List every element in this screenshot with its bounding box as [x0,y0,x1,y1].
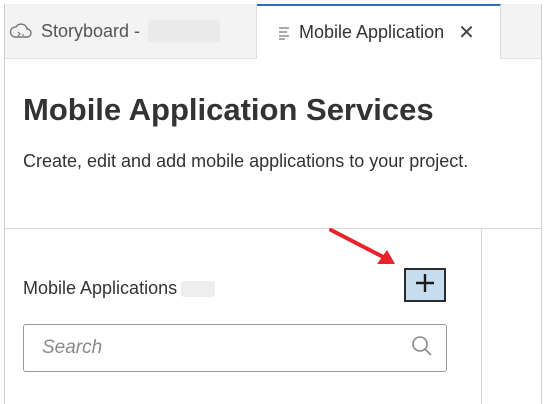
redacted-count [181,281,216,298]
page-title: Mobile Application Services [23,92,434,127]
search-input[interactable] [40,336,410,360]
mobile-applications-heading: Mobile Applications [23,278,216,299]
tab-mobile-application[interactable]: Mobile Application ✕ [257,4,501,59]
tab-mobile-application-label: Mobile Application [299,22,445,42]
tab-storyboard-label: Storyboard - [41,20,141,41]
redacted-project-name [148,20,221,42]
panel-divider [481,228,482,404]
tab-storyboard[interactable]: Storyboard - [5,4,257,58]
search-icon[interactable] [410,334,434,363]
page-subtitle: Create, edit and add mobile applications… [23,151,469,171]
annotation-arrow [329,228,395,264]
tab-bar: Storyboard - Mobile Application ✕ [5,4,541,59]
search-field[interactable] [23,324,447,372]
section-divider [5,228,541,229]
cloud-icon [9,22,33,40]
add-mobile-application-button[interactable] [404,268,446,302]
close-icon[interactable]: ✕ [458,23,475,43]
plus-icon [414,272,436,299]
document-icon [277,25,291,41]
mobile-applications-label: Mobile Applications [23,278,178,298]
editor-window: Storyboard - Mobile Application ✕ Mobile… [4,4,542,404]
